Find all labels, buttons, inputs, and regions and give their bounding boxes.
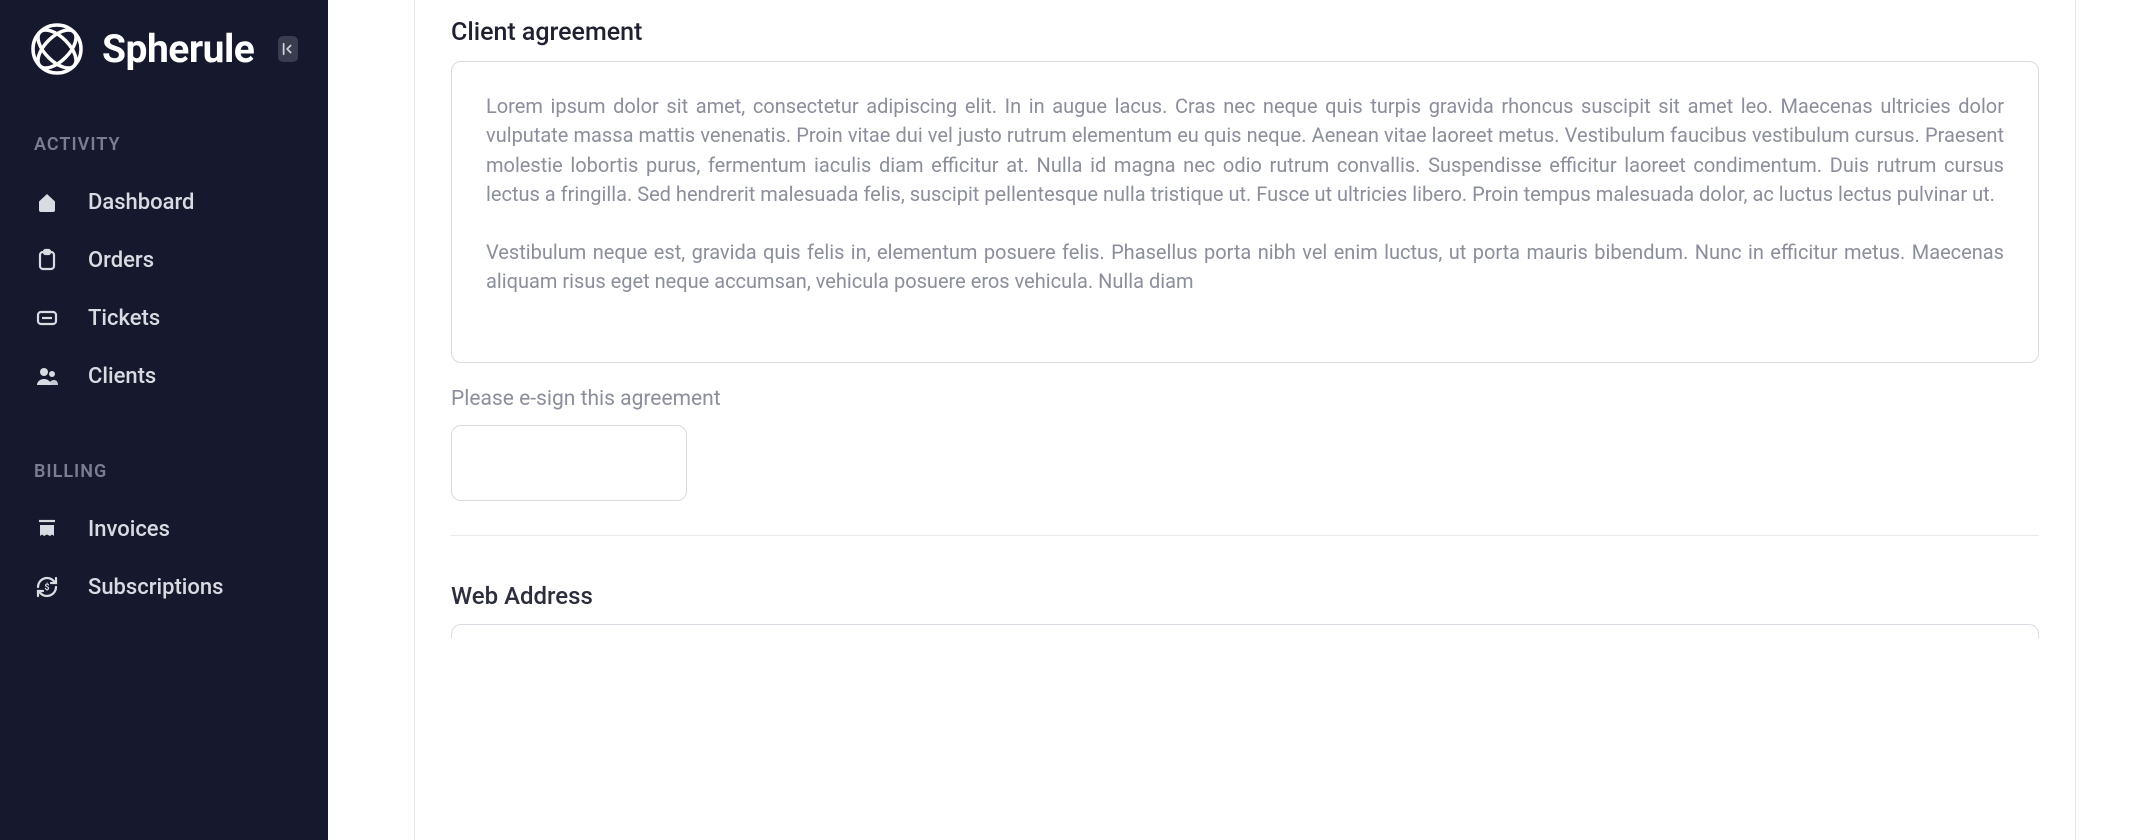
sidebar-item-label: Orders (88, 248, 154, 273)
sidebar-section-activity-label: ACTIVITY (0, 134, 328, 155)
sidebar-item-label: Dashboard (88, 190, 194, 215)
spherule-logo-icon (30, 22, 84, 76)
sidebar-item-dashboard[interactable]: Dashboard (0, 173, 328, 231)
sidebar: Spherule ACTIVITY Dashboard Orders Ticke… (0, 0, 328, 840)
sidebar-collapse-button[interactable] (278, 36, 298, 62)
esign-helper-text: Please e-sign this agreement (451, 387, 2039, 411)
home-icon (34, 189, 60, 215)
sidebar-item-invoices[interactable]: Invoices (0, 500, 328, 558)
agreement-paragraph-1: Lorem ipsum dolor sit amet, consectetur … (486, 92, 2004, 210)
web-address-input[interactable] (451, 624, 2039, 638)
ticket-icon (34, 305, 60, 331)
sidebar-item-tickets[interactable]: Tickets (0, 289, 328, 347)
section-divider (451, 535, 2039, 536)
main-content: Client agreement Lorem ipsum dolor sit a… (328, 0, 2144, 840)
users-icon (34, 363, 60, 389)
sidebar-item-label: Subscriptions (88, 575, 223, 600)
client-agreement-title: Client agreement (451, 18, 2039, 47)
sidebar-item-label: Clients (88, 364, 156, 389)
content-card: Client agreement Lorem ipsum dolor sit a… (414, 0, 2076, 840)
sidebar-item-orders[interactable]: Orders (0, 231, 328, 289)
sidebar-section-billing-label: BILLING (0, 461, 328, 482)
sidebar-item-label: Invoices (88, 517, 170, 542)
recurring-payment-icon: $ (34, 574, 60, 600)
esign-input[interactable] (451, 425, 687, 501)
sidebar-item-clients[interactable]: Clients (0, 347, 328, 405)
collapse-left-icon (281, 42, 295, 56)
svg-text:$: $ (44, 582, 49, 593)
brand-row: Spherule (0, 22, 328, 76)
brand-name: Spherule (102, 26, 254, 72)
sidebar-item-subscriptions[interactable]: $ Subscriptions (0, 558, 328, 616)
clipboard-icon (34, 247, 60, 273)
receipt-icon (34, 516, 60, 542)
sidebar-item-label: Tickets (88, 306, 160, 331)
web-address-title: Web Address (451, 582, 2039, 610)
agreement-paragraph-2: Vestibulum neque est, gravida quis felis… (486, 238, 2004, 297)
client-agreement-textbox[interactable]: Lorem ipsum dolor sit amet, consectetur … (451, 61, 2039, 363)
